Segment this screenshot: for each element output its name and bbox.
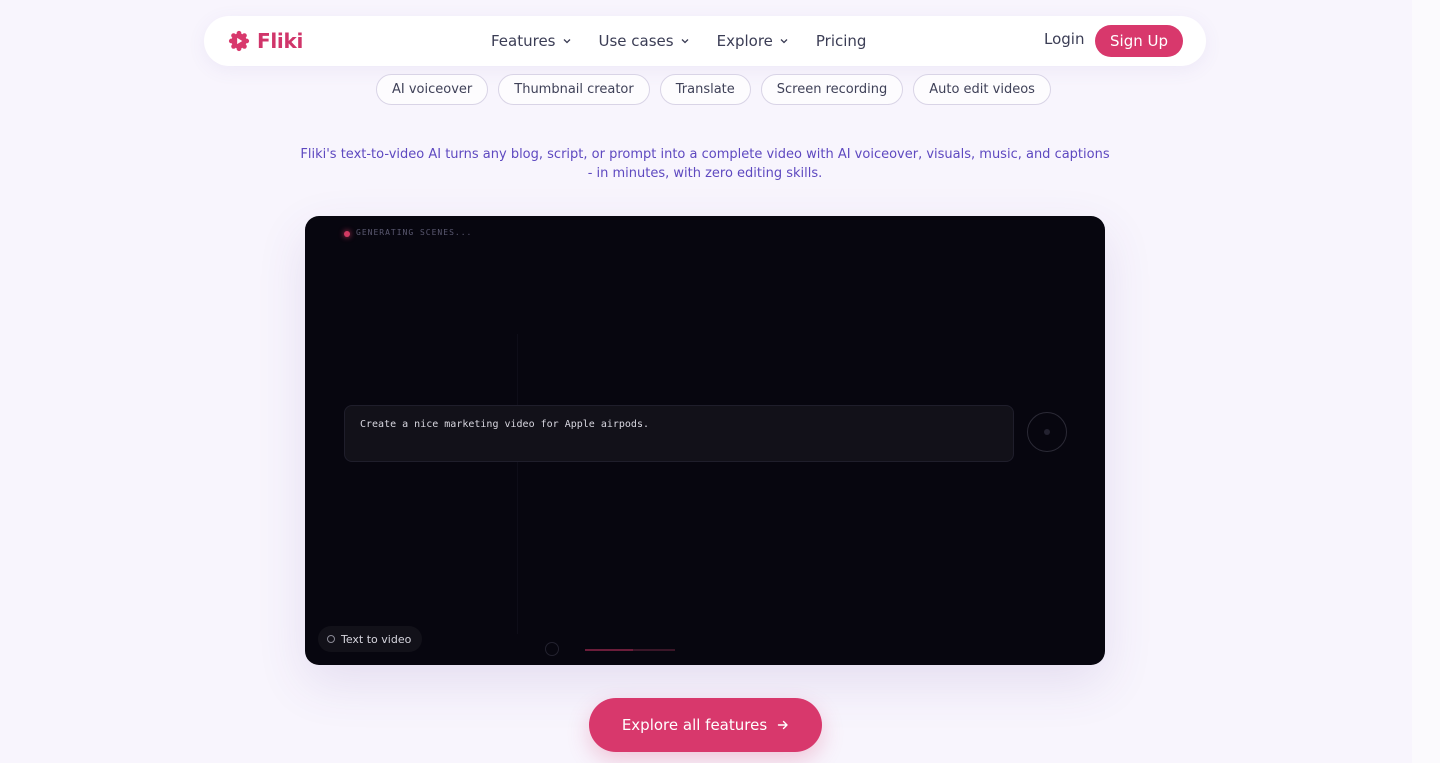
progress-fill xyxy=(585,649,633,651)
nav-item-pricing[interactable]: Pricing xyxy=(816,32,867,50)
explore-features-button[interactable]: Explore all features xyxy=(589,698,822,752)
chevron-down-icon xyxy=(563,39,570,44)
nav-item-explore[interactable]: Explore xyxy=(717,32,789,50)
scene-preview-area xyxy=(517,334,1064,634)
hero-description: Fliki's text-to-video AI turns any blog,… xyxy=(300,147,1110,181)
chip-screen-recording[interactable]: Screen recording xyxy=(760,73,904,105)
arrow-right-icon xyxy=(777,720,788,730)
page-edge xyxy=(1412,0,1440,763)
nav-item-label: Pricing xyxy=(815,32,867,50)
nav-item-label: Explore xyxy=(716,32,773,50)
chip-thumbnail-creator[interactable]: Thumbnail creator xyxy=(498,73,650,105)
chip-translate[interactable]: Translate xyxy=(659,73,751,105)
generation-status: GENERATING SCENES... xyxy=(356,228,473,237)
chip-auto-edit-videos[interactable]: Auto edit videos xyxy=(913,73,1051,105)
cta-label: Explore all features xyxy=(621,716,768,734)
play-control-icon xyxy=(545,642,559,656)
brand-name: Fliki xyxy=(257,29,304,53)
chip-ai-voiceover[interactable]: AI voiceover xyxy=(376,73,489,105)
logo-link[interactable]: Fliki xyxy=(228,27,303,55)
recording-indicator-icon xyxy=(344,231,350,237)
fliki-logo-icon xyxy=(228,30,250,52)
nav-item-use-cases[interactable]: Use cases xyxy=(599,32,690,50)
video-timeline xyxy=(529,642,1065,656)
site-header: Fliki Features Use cases Explore Pricing… xyxy=(204,16,1206,66)
nav-item-label: Use cases xyxy=(598,32,674,50)
record-button-icon xyxy=(1027,412,1067,452)
signup-button[interactable]: Sign Up xyxy=(1095,25,1183,57)
progress-track xyxy=(585,649,675,651)
chevron-down-icon xyxy=(681,39,689,44)
demo-video-panel[interactable]: GENERATING SCENES... Create a nice marke… xyxy=(305,216,1105,665)
chevron-down-icon xyxy=(780,39,788,44)
nav-item-features[interactable]: Features xyxy=(491,32,572,50)
mode-tag: Text to video xyxy=(318,626,423,652)
prompt-text: Create a nice marketing video for Apple … xyxy=(360,419,649,430)
record-dot xyxy=(1044,429,1050,435)
feature-chips: AI voiceover Thumbnail creator Translate… xyxy=(376,72,1051,106)
nav-item-label: Features xyxy=(491,32,556,50)
mode-tag-label: Text to video xyxy=(341,632,412,646)
radio-circle-icon xyxy=(327,635,335,643)
login-link[interactable]: Login xyxy=(1044,30,1084,48)
prompt-input-box: Create a nice marketing video for Apple … xyxy=(344,405,1014,462)
main-nav: Features Use cases Explore Pricing xyxy=(491,29,893,53)
